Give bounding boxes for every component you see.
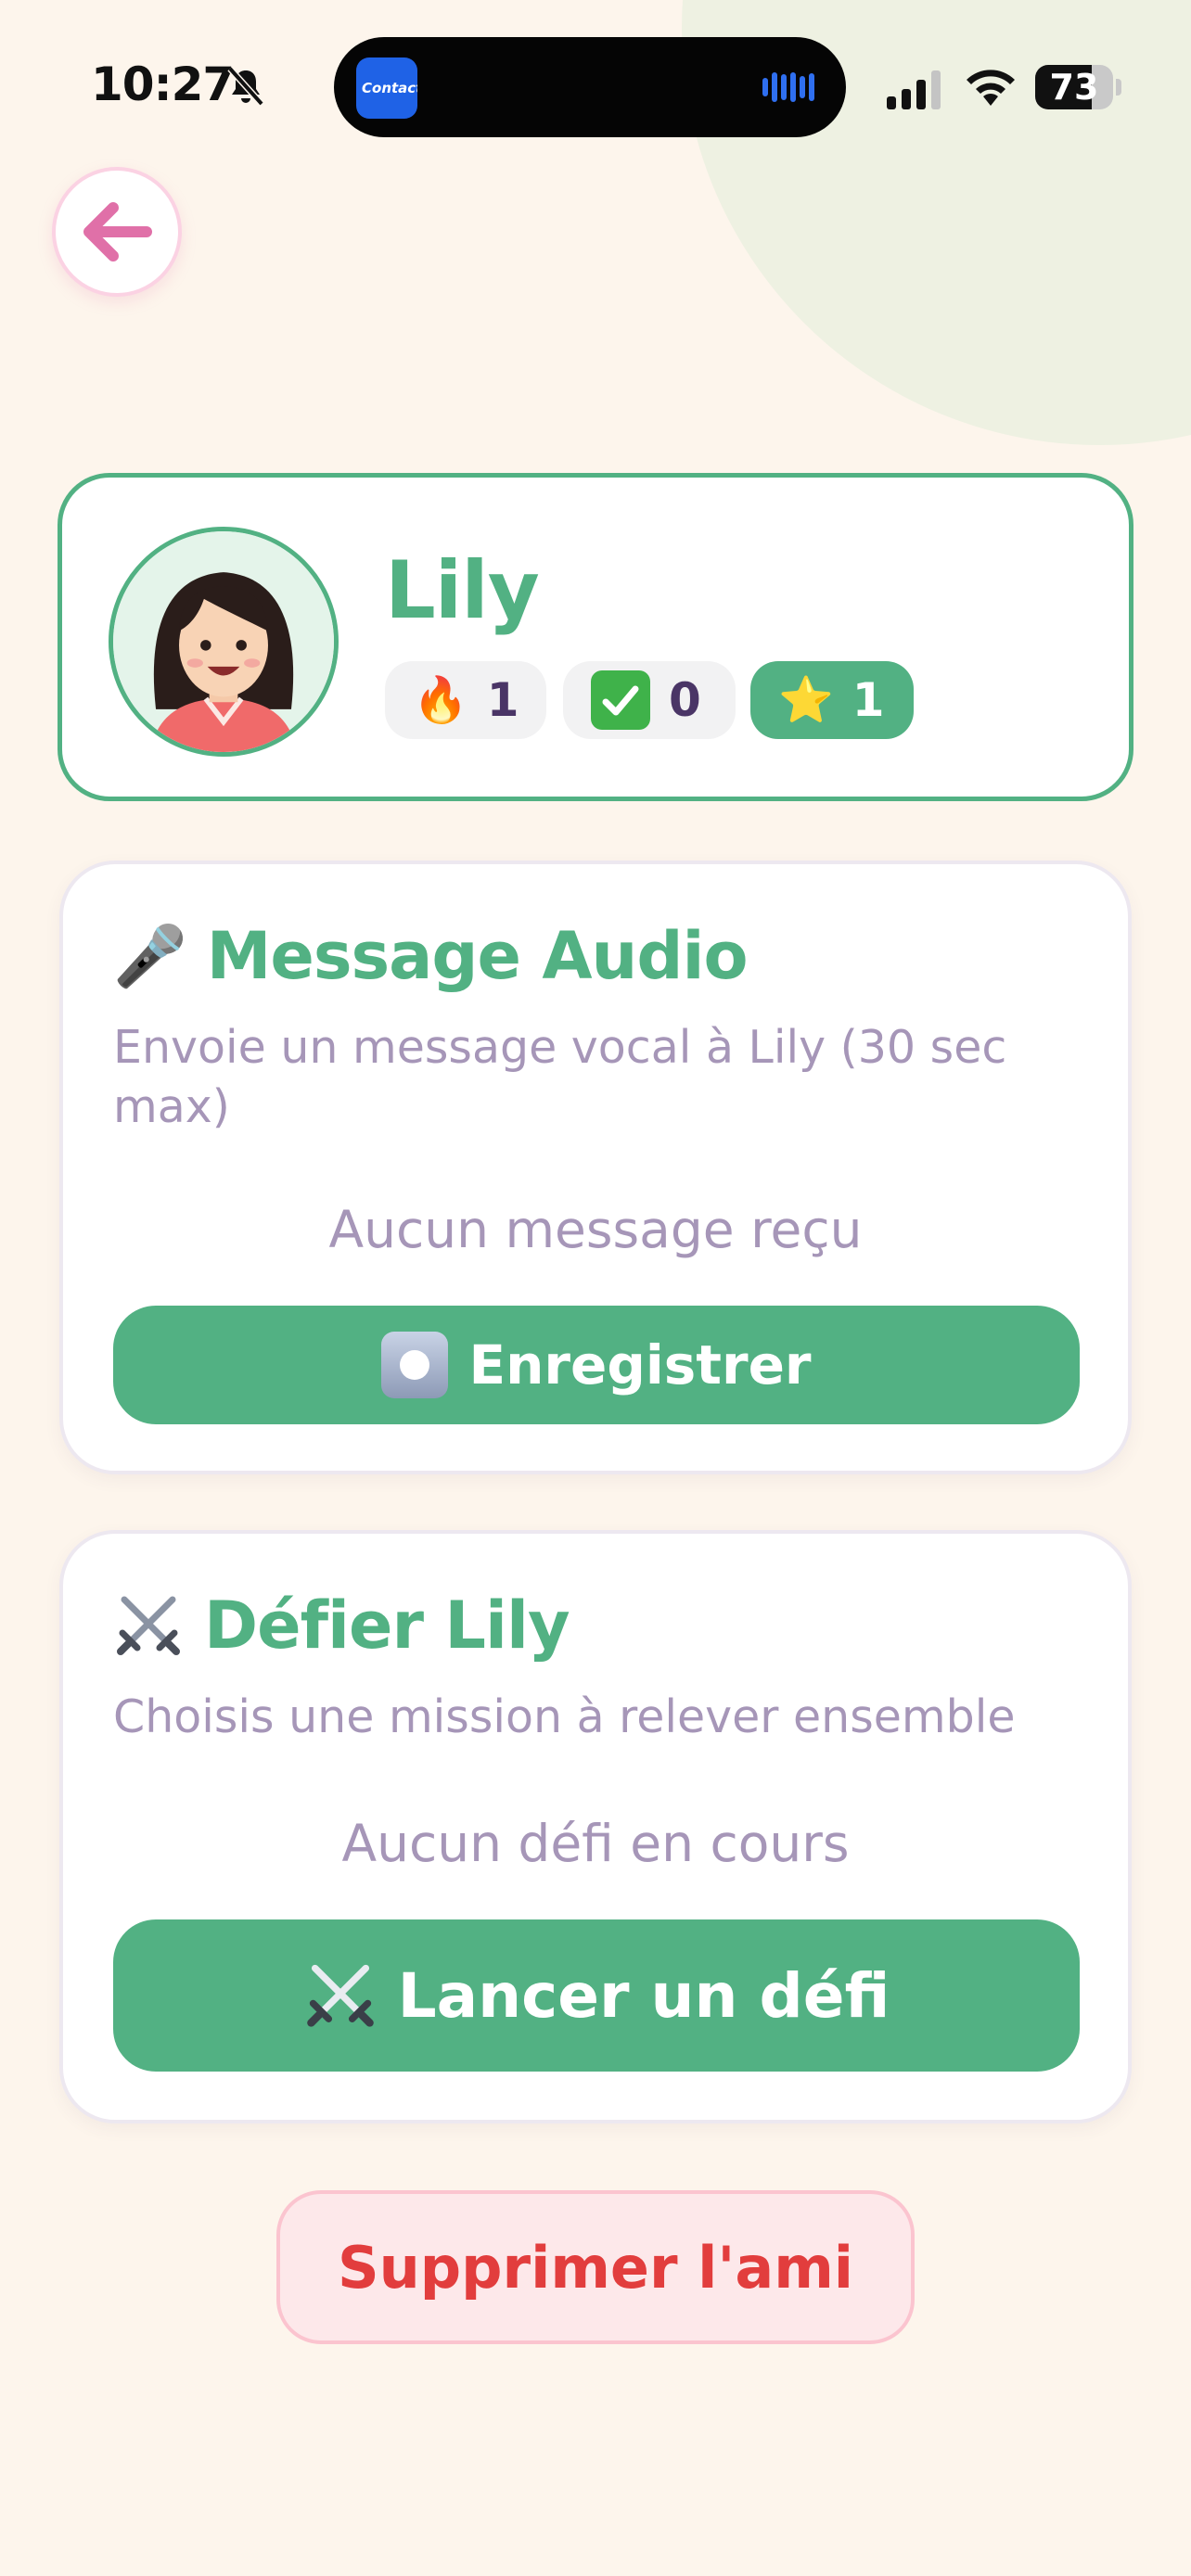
- delete-friend-label: Supprimer l'ami: [337, 2233, 854, 2302]
- island-app-label: Contact: [362, 80, 417, 96]
- battery-level: 73: [1049, 67, 1099, 108]
- record-button-label: Enregistrer: [468, 1333, 812, 1396]
- challenge-card: Défier Lily Choisis une mission à releve…: [59, 1530, 1132, 2123]
- crossed-swords-icon: [113, 1590, 184, 1661]
- audio-card-title-text: Message Audio: [206, 918, 749, 994]
- audio-card-title: 🎤 Message Audio: [113, 918, 749, 994]
- delete-friend-button[interactable]: Supprimer l'ami: [276, 2190, 915, 2344]
- dynamic-island: Contact: [334, 37, 846, 137]
- status-bar: 10:27 Contact 73: [0, 0, 1191, 139]
- no-message-text: Aucun message reçu: [328, 1200, 863, 1259]
- battery-body: 73: [1035, 65, 1113, 109]
- audio-card-subtitle: Envoie un message vocal à Lily (30 sec m…: [113, 1021, 1007, 1133]
- launch-challenge-button[interactable]: Lancer un défi: [113, 1919, 1080, 2072]
- cellular-signal-icon: [885, 69, 944, 109]
- contact-app-icon: Contact: [356, 57, 417, 119]
- crossed-swords-icon: [303, 1958, 378, 2033]
- microphone-icon: 🎤: [113, 922, 187, 991]
- checkmark-icon: [591, 670, 650, 730]
- friend-profile-card: Lily 🔥 1 0 ⭐ 1: [58, 473, 1133, 801]
- no-challenge-text: Aucun défi en cours: [341, 1814, 850, 1873]
- challenge-card-title-text: Défier Lily: [204, 1588, 570, 1664]
- battery-indicator: 73: [1035, 65, 1121, 109]
- arrow-left-icon: [83, 202, 152, 261]
- avatar: [109, 527, 339, 757]
- streak-stat: 🔥 1: [385, 661, 546, 739]
- completed-stat: 0: [563, 661, 736, 739]
- fire-icon: 🔥: [413, 674, 468, 726]
- status-time: 10:27: [91, 57, 235, 111]
- completed-value: 0: [669, 673, 701, 727]
- battery-cap: [1116, 79, 1121, 96]
- record-button[interactable]: Enregistrer: [113, 1306, 1080, 1424]
- launch-challenge-label: Lancer un défi: [397, 1959, 890, 2032]
- friend-profile-screen: 10:27 Contact 73 Lily 🔥 1 0 ⭐ 1 🎤 Messag…: [0, 0, 1191, 2576]
- audio-message-card: 🎤 Message Audio Envoie un message vocal …: [59, 861, 1132, 1474]
- star-icon: ⭐: [778, 674, 834, 726]
- friend-name: Lily: [385, 544, 540, 637]
- challenge-card-title: Défier Lily: [113, 1588, 570, 1664]
- stars-value: 1: [852, 673, 885, 727]
- wifi-icon: [963, 65, 1018, 108]
- challenge-card-subtitle: Choisis une mission à relever ensemble: [113, 1690, 1016, 1743]
- audio-waveform-icon: [761, 70, 822, 104]
- streak-value: 1: [486, 673, 519, 727]
- record-icon: [381, 1332, 449, 1398]
- bell-muted-icon: [224, 65, 267, 108]
- stars-stat: ⭐ 1: [750, 661, 914, 739]
- back-button[interactable]: [52, 167, 182, 297]
